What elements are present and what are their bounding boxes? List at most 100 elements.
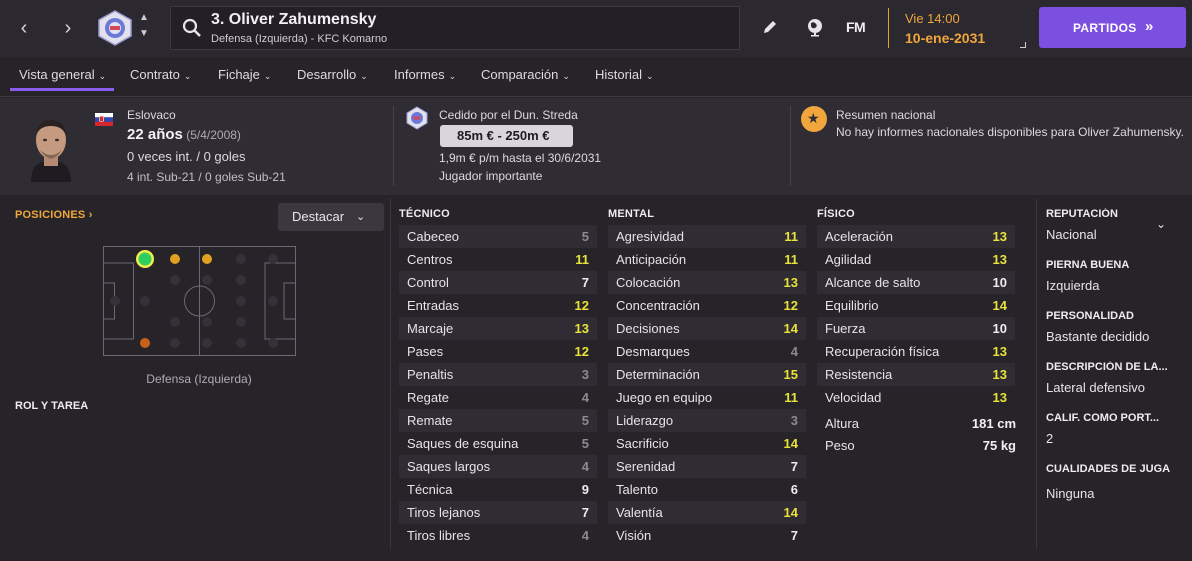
attribute-value: 13 [992,367,1007,382]
attribute-row[interactable]: Serenidad 7 [608,455,806,478]
club-badge-icon[interactable] [96,9,134,47]
attribute-row[interactable]: Equilibrio 14 [817,294,1015,317]
partidos-button[interactable]: PARTIDOS » [1039,7,1186,48]
positions-pitch[interactable] [103,246,296,356]
attribute-value: 10 [992,321,1007,336]
description-value: Lateral defensivo [1046,380,1146,395]
attribute-row[interactable]: Pases 12 [399,340,597,363]
attribute-row[interactable]: Agilidad 13 [817,248,1015,271]
destacar-dropdown[interactable]: Destacar ⌄ [278,203,384,231]
attribute-row[interactable]: Juego en equipo 11 [608,386,806,409]
attribute-name: Concentración [616,298,700,313]
attribute-row[interactable]: Entradas 12 [399,294,597,317]
chevron-down-icon: ⌄ [562,71,570,81]
weight-value: 75 kg [982,438,1016,453]
attribute-row[interactable]: Marcaje 13 [399,317,597,340]
attribute-name: Técnica [407,482,453,497]
tab-desarrollo[interactable]: Desarrollo ⌄ [297,67,368,82]
wage-contract: 1,9m € p/m hasta el 30/6/2031 [439,151,602,165]
player-info-strip: Eslovaco 22 años (5/4/2008) 0 veces int.… [0,98,1192,195]
gk-rating-value: 2 [1046,431,1054,446]
attribute-row[interactable]: Aceleración 13 [817,225,1015,248]
player-face [31,120,71,182]
attribute-row[interactable]: Velocidad 13 [817,386,1015,409]
caps: 0 veces int. / 0 goles [127,149,246,164]
attribute-row[interactable]: Visión 7 [608,524,806,547]
accomplished-position-marker [202,254,212,264]
attribute-name: Saques de esquina [407,436,519,451]
attribute-value: 13 [574,321,589,336]
attribute-row[interactable]: Saques largos 4 [399,455,597,478]
attribute-value: 9 [581,482,589,497]
attribute-row[interactable]: Sacrificio 14 [608,432,806,455]
next-player-icon[interactable]: ▼ [137,27,151,41]
mental-attributes: Agresividad 11 Anticipación 11 Colocación 13 C… [608,225,806,547]
attribute-value: 3 [581,367,589,382]
date-display[interactable]: Vie 14:00 10-ene-2031 [888,8,1026,48]
previous-player-icon[interactable]: ▲ [137,11,151,25]
attribute-name: Marcaje [407,321,454,336]
attribute-row[interactable]: Desmarques 4 [608,340,806,363]
attribute-value: 13 [992,229,1007,244]
tab-historial[interactable]: Historial ⌄ [595,67,654,82]
attribute-row[interactable]: Agresividad 11 [608,225,806,248]
tab-informes[interactable]: Informes ⌄ [394,67,456,82]
attribute-row[interactable]: Regate 4 [399,386,597,409]
attribute-row[interactable]: Anticipación 11 [608,248,806,271]
loan-info[interactable]: Cedido por el Dun. Streda [439,108,578,122]
attribute-row[interactable]: Decisiones 14 [608,317,806,340]
attribute-row[interactable]: Tiros lejanos 7 [399,501,597,524]
positions-header[interactable]: POSICIONES › [15,209,93,221]
attribute-value: 13 [783,275,798,290]
attribute-row[interactable]: Control 7 [399,271,597,294]
divider [1036,199,1037,549]
fisico-header: FÍSICO [817,208,855,220]
attribute-row[interactable]: Valentía 14 [608,501,806,524]
accomplished-position-marker [170,254,180,264]
attribute-name: Alcance de salto [825,275,921,290]
attribute-name: Tiros libres [407,528,471,543]
attribute-row[interactable]: Recuperación física 13 [817,340,1015,363]
attribute-name: Determinación [616,367,700,382]
tab-vista-general[interactable]: Vista general ⌄ [19,67,106,82]
attribute-row[interactable]: Técnica 9 [399,478,597,501]
attribute-row[interactable]: Alcance de salto 10 [817,271,1015,294]
attribute-row[interactable]: Tiros libres 4 [399,524,597,547]
attribute-row[interactable]: Concentración 12 [608,294,806,317]
description-label: DESCRIPCIÓN DE LA... [1046,361,1168,373]
attribute-row[interactable]: Colocación 13 [608,271,806,294]
attribute-row[interactable]: Liderazgo 3 [608,409,806,432]
top-bar: ‹ › ▲ ▼ 3. Oliver Zahumensky Defensa (Iz… [0,0,1192,57]
globe-icon[interactable] [805,17,825,37]
attribute-value: 11 [575,252,589,267]
attribute-row[interactable]: Remate 5 [399,409,597,432]
search-icon[interactable] [181,17,203,39]
fm-logo[interactable]: FM [846,19,866,35]
attribute-row[interactable]: Resistencia 13 [817,363,1015,386]
attribute-row[interactable]: Centros 11 [399,248,597,271]
attribute-row[interactable]: Penaltis 3 [399,363,597,386]
tab-fichaje[interactable]: Fichaje ⌄ [218,67,271,82]
forward-arrow-icon[interactable]: › [56,14,80,42]
attribute-value: 5 [581,436,589,451]
loan-club-badge-icon[interactable] [405,106,429,130]
chevron-down-icon: ⌄ [263,71,272,81]
attribute-value: 5 [581,413,589,428]
tab-comparacion[interactable]: Comparación ⌄ [481,67,570,82]
back-arrow-icon[interactable]: ‹ [12,14,36,42]
chevron-down-icon: ⌄ [356,211,366,223]
attribute-row[interactable]: Saques de esquina 5 [399,432,597,455]
player-header[interactable]: 3. Oliver Zahumensky Defensa (Izquierda)… [170,6,740,50]
tab-contrato[interactable]: Contrato ⌄ [130,67,191,82]
attribute-name: Saques largos [407,459,491,474]
attribute-row[interactable]: Cabeceo 5 [399,225,597,248]
attribute-row[interactable]: Fuerza 10 [817,317,1015,340]
attribute-row[interactable]: Talento 6 [608,478,806,501]
attribute-row[interactable]: Determinación 15 [608,363,806,386]
chevron-down-icon[interactable]: ⌄ [1156,217,1166,231]
player-qualities-value: Ninguna [1046,486,1095,501]
chevron-down-icon: ⌄ [448,71,457,81]
attribute-value: 5 [581,229,589,244]
pencil-icon[interactable] [761,18,779,36]
tecnico-header: TÉCNICO [399,208,450,220]
